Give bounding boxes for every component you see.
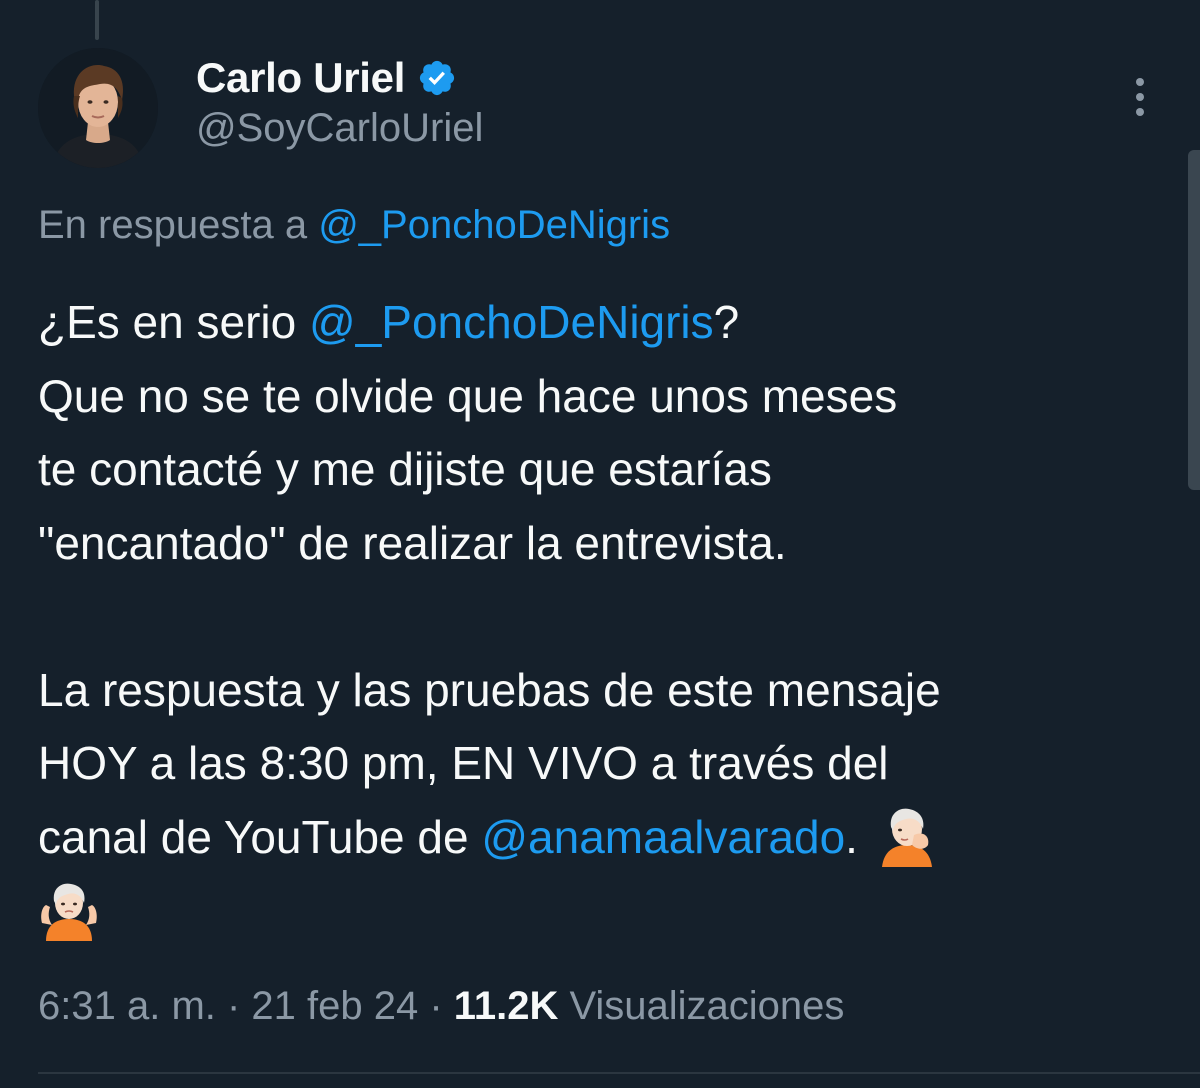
tweet-time[interactable]: 6:31 a. m. (38, 984, 216, 1028)
author-handle[interactable]: @SoyCarloUriel (196, 106, 483, 151)
tweet-text-segment: ? (713, 296, 740, 348)
tweet-date[interactable]: 21 feb 24 (251, 984, 418, 1028)
tweet-text-segment: canal de YouTube de (38, 810, 482, 863)
tweet-line: La respuesta y las pruebas de este mensa… (38, 663, 941, 716)
tweet-line: ¿Es en serio @_PonchoDeNigris? (38, 286, 1178, 360)
tweet-line: canal de YouTube de @anamaalvarado. (38, 801, 1178, 875)
more-dot-icon (1136, 78, 1144, 86)
meta-separator: · (418, 984, 454, 1028)
profile-photo-icon (38, 48, 158, 168)
tweet-text: ¿Es en serio @_PonchoDeNigris? Que no se… (38, 286, 1178, 948)
tweet-text-segment: ¿Es en serio (38, 296, 309, 348)
reply-prefix: En respuesta a (38, 203, 308, 247)
thread-connector-line (95, 0, 99, 40)
verified-badge-icon (417, 58, 457, 98)
mention-link[interactable]: @anamaalvarado (481, 811, 845, 863)
scrollbar-thumb[interactable] (1188, 150, 1200, 490)
reply-context: En respuesta a @_PonchoDeNigris (38, 203, 670, 248)
shrug-emoji-icon (38, 879, 100, 941)
tweet-line: HOY a las 8:30 pm, EN VIVO a través del (38, 737, 889, 789)
views-label[interactable]: Visualizaciones (558, 984, 844, 1028)
reply-mention-link[interactable]: @_PonchoDeNigris (318, 203, 670, 247)
views-count[interactable]: 11.2K (454, 984, 559, 1028)
divider (38, 1072, 1200, 1074)
tweet-line (38, 874, 1178, 948)
more-dot-icon (1136, 108, 1144, 116)
meta-separator: · (215, 984, 252, 1028)
tweet-text-segment: . (845, 810, 858, 863)
tweet-line: te contacté y me dijiste que estarías (38, 443, 772, 495)
author-name-row[interactable]: Carlo Uriel (196, 50, 457, 106)
tweet-line: "encantado" de realizar la entrevista. (38, 516, 787, 569)
face-palm-emoji-icon (876, 805, 938, 868)
mention-link[interactable]: @_PonchoDeNigris (309, 296, 714, 348)
tweet-line: Que no se te olvide que hace unos meses (38, 369, 898, 422)
tweet-metadata: 6:31 a. m. · 21 feb 24 · 11.2K Visualiza… (38, 984, 844, 1029)
more-options-button[interactable] (1122, 72, 1158, 122)
avatar[interactable] (38, 48, 158, 168)
more-dot-icon (1136, 93, 1144, 101)
author-display-name[interactable]: Carlo Uriel (196, 54, 405, 102)
